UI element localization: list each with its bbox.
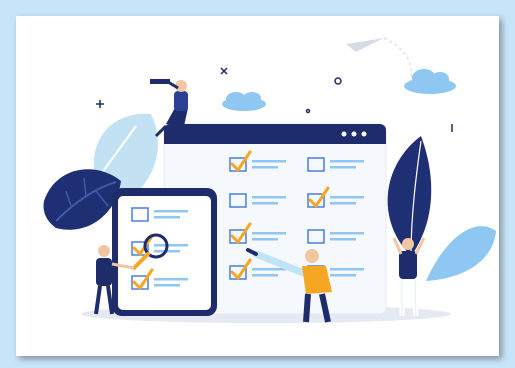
leaf-right-light — [426, 226, 496, 281]
checklist-illustration — [43, 37, 496, 323]
cloud-icon — [222, 92, 266, 111]
leaf-left-dark — [43, 169, 121, 230]
paper-plane-icon — [346, 38, 384, 52]
person-right — [392, 237, 426, 317]
illustration-panel — [16, 16, 499, 356]
cloud-icon — [404, 69, 456, 94]
